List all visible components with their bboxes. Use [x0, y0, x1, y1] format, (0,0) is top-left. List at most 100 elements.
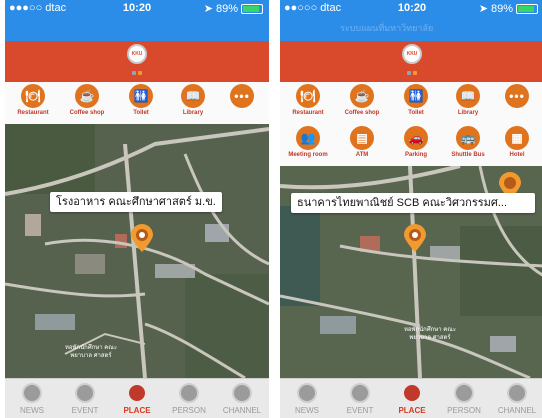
tab-event[interactable]: EVENT — [59, 379, 111, 418]
tab-label: CHANNEL — [222, 406, 262, 415]
category-label: Shuttle Bus — [451, 152, 485, 158]
tab-news[interactable]: NEWS — [281, 379, 333, 418]
category-meeting-room[interactable]: 👥 Meeting room — [283, 124, 333, 158]
toilet-icon: 🚻 — [129, 84, 153, 108]
more-icon: ••• — [230, 84, 254, 108]
place-callout[interactable]: ธนาคารไทยพาณิชย์ SCB คณะวิศวกรรมศ... — [291, 193, 535, 213]
category-label: Toilet — [133, 110, 149, 116]
category-coffee-shop[interactable]: ☕ Coffee shop — [337, 82, 387, 116]
category-library[interactable]: 📖 Library — [168, 82, 218, 116]
map-place-label: หอพักนักศึกษา คณะพยาบาล ศาสตร์ — [64, 345, 118, 359]
person-icon — [454, 383, 474, 403]
coffee-icon: ☕ — [75, 84, 99, 108]
kku-logo[interactable]: KKU — [402, 44, 422, 64]
status-bar: ●●○○○ dtac 10:20 ➤ 89% — [280, 0, 542, 17]
toilet-icon: 🚻 — [404, 84, 428, 108]
tab-place[interactable]: PLACE — [111, 379, 163, 418]
place-icon — [402, 383, 422, 403]
logo-banner: KKU — [5, 41, 269, 82]
category-label: Coffee shop — [69, 110, 105, 116]
category-row: 👥 Meeting room ▤ ATM 🚗 Parking 🚌 Shuttle Bus… — [280, 124, 542, 166]
map-view[interactable]: โรงอาหาร คณะศึกษาศาสตร์ ม.ข. หอพักนักศึก… — [5, 124, 269, 378]
atm-icon: ▤ — [350, 126, 374, 150]
kku-logo[interactable]: KKU — [127, 44, 147, 64]
page-dot-active — [138, 71, 142, 75]
tab-event[interactable]: EVENT — [334, 379, 386, 418]
restaurant-icon: 🍽 — [296, 84, 320, 108]
tab-label: CHANNEL — [497, 406, 537, 415]
category-label: Parking — [404, 152, 427, 158]
category-atm[interactable]: ▤ ATM — [337, 124, 387, 158]
tab-news[interactable]: NEWS — [6, 379, 58, 418]
category-library[interactable]: 📖 Library — [443, 82, 493, 116]
bus-icon: 🚌 — [456, 126, 480, 150]
category-parking[interactable]: 🚗 Parking — [391, 124, 441, 158]
category-label: Library — [182, 110, 204, 116]
tab-label: EVENT — [71, 406, 99, 415]
page-dot — [407, 71, 411, 75]
category-restaurant[interactable]: 🍽 Restaurant — [283, 82, 333, 116]
library-icon: 📖 — [456, 84, 480, 108]
page-dot-active — [413, 71, 417, 75]
category-label: Restaurant — [292, 110, 324, 116]
category-label: ATM — [355, 152, 369, 158]
category-coffee-shop[interactable]: ☕ Coffee shop — [62, 82, 112, 116]
channel-icon — [507, 383, 527, 403]
page-indicator — [280, 71, 542, 75]
location-arrow-icon: ➤ — [478, 3, 488, 15]
meeting-icon: 👥 — [296, 126, 320, 150]
category-toilet[interactable]: 🚻 Toilet — [391, 82, 441, 116]
page-dot — [132, 71, 136, 75]
battery-indicator: ➤ 89% — [204, 2, 263, 15]
category-label: Library — [457, 110, 479, 116]
parking-icon: 🚗 — [404, 126, 428, 150]
category-row: 🍽 Restaurant ☕ Coffee shop 🚻 Toilet 📖 Librar… — [5, 82, 269, 124]
battery-percent: 89% — [215, 2, 238, 15]
tab-label: PERSON — [447, 406, 481, 415]
tab-place[interactable]: PLACE — [386, 379, 438, 418]
map-place-label: หอพักนักศึกษา คณะพยาบาล ศาสตร์ — [403, 327, 457, 341]
category-label: Coffee shop — [344, 110, 380, 116]
category-more[interactable]: ••• — [492, 82, 542, 108]
hotel-icon: ▦ — [505, 126, 529, 150]
tab-label: PLACE — [398, 406, 426, 415]
tab-label: NEWS — [20, 406, 44, 415]
category-label: Hotel — [509, 152, 525, 158]
status-bar: ●●●○○ dtac 10:20 ➤ 89% — [5, 0, 269, 17]
coffee-icon: ☕ — [350, 84, 374, 108]
tab-bar: NEWS EVENT PLACE PERSON CHANNEL — [280, 378, 542, 418]
app-header: ระบบแผนที่มหาวิทยาลัย — [280, 17, 542, 41]
category-restaurant[interactable]: 🍽 Restaurant — [8, 82, 58, 116]
tab-label: EVENT — [346, 406, 374, 415]
tab-label: NEWS — [295, 406, 319, 415]
tab-person[interactable]: PERSON — [438, 379, 490, 418]
tab-bar: NEWS EVENT PLACE PERSON CHANNEL — [5, 378, 269, 418]
phone-screen-right: ●●○○○ dtac 10:20 ➤ 89% ระบบแผนที่มหาวิทย… — [280, 0, 542, 418]
place-icon — [127, 383, 147, 403]
restaurant-icon: 🍽 — [21, 84, 45, 108]
category-shuttle-bus[interactable]: 🚌 Shuttle Bus — [443, 124, 493, 158]
more-icon: ••• — [505, 84, 529, 108]
news-icon — [297, 383, 317, 403]
map-pin-icon[interactable] — [131, 224, 153, 252]
tab-person[interactable]: PERSON — [163, 379, 215, 418]
tab-label: PLACE — [123, 406, 151, 415]
tab-label: PERSON — [172, 406, 206, 415]
person-icon — [179, 383, 199, 403]
tab-channel[interactable]: CHANNEL — [491, 379, 542, 418]
category-more[interactable]: ••• — [217, 82, 267, 108]
battery-indicator: ➤ 89% — [479, 2, 538, 15]
event-icon — [75, 383, 95, 403]
tab-channel[interactable]: CHANNEL — [216, 379, 268, 418]
news-icon — [22, 383, 42, 403]
map-pin-icon[interactable] — [404, 224, 426, 252]
battery-icon — [516, 3, 538, 14]
place-callout[interactable]: โรงอาหาร คณะศึกษาศาสตร์ ม.ข. — [50, 192, 222, 212]
location-arrow-icon: ➤ — [203, 3, 213, 15]
battery-icon — [241, 3, 263, 14]
map-view[interactable]: ธนาคารไทยพาณิชย์ SCB คณะวิศวกรรมศ... หอพ… — [280, 166, 542, 378]
category-toilet[interactable]: 🚻 Toilet — [116, 82, 166, 116]
library-icon: 📖 — [181, 84, 205, 108]
channel-icon — [232, 383, 252, 403]
category-hotel[interactable]: ▦ Hotel — [492, 124, 542, 158]
